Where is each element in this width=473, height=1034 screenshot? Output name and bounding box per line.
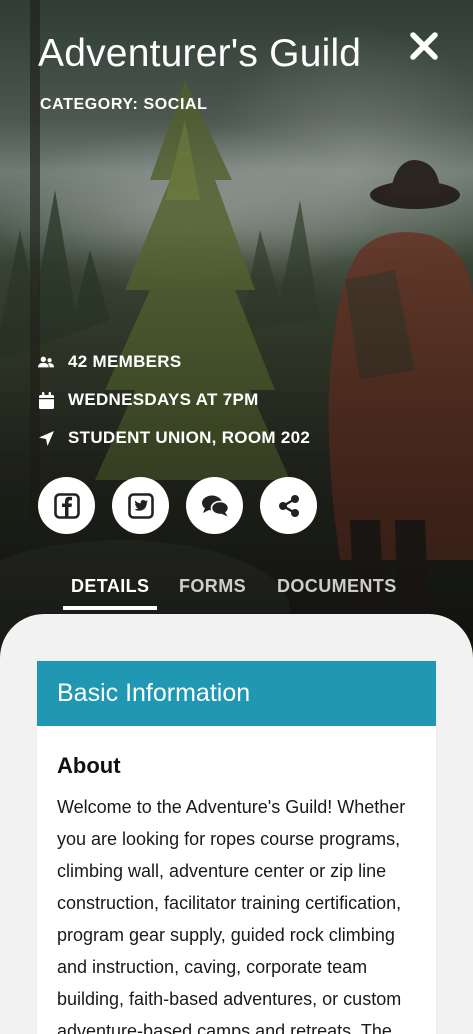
twitter-icon — [127, 492, 154, 519]
active-tab-indicator — [63, 606, 157, 610]
calendar-icon — [38, 391, 54, 409]
members-row: 42 MEMBERS — [38, 352, 182, 372]
close-button[interactable] — [404, 26, 444, 66]
tab-documents[interactable]: DOCUMENTS — [277, 576, 397, 597]
category-label: CATEGORY: SOCIAL — [40, 96, 208, 113]
close-icon — [410, 32, 438, 60]
tab-forms[interactable]: FORMS — [179, 576, 246, 597]
schedule-text: WEDNESDAYS AT 7PM — [68, 390, 259, 409]
tab-bar: DETAILS FORMS DOCUMENTS — [0, 576, 473, 610]
about-heading: About — [57, 753, 121, 778]
facebook-icon — [53, 492, 80, 519]
users-icon — [38, 353, 54, 371]
chat-button[interactable] — [186, 477, 243, 534]
tab-details[interactable]: DETAILS — [71, 576, 149, 597]
twitter-button[interactable] — [112, 477, 169, 534]
facebook-button[interactable] — [38, 477, 95, 534]
location-arrow-icon — [38, 429, 54, 447]
location-text: STUDENT UNION, ROOM 202 — [68, 428, 311, 447]
share-button[interactable] — [260, 477, 317, 534]
page-title: Adventurer's Guild — [38, 32, 362, 75]
social-buttons — [38, 477, 317, 534]
basic-information-card: Basic Information About Welcome to the A… — [37, 661, 436, 1034]
about-text: Welcome to the Adventure's Guild! Whethe… — [57, 797, 406, 1034]
card-header: Basic Information — [37, 661, 436, 726]
location-row: STUDENT UNION, ROOM 202 — [38, 428, 310, 448]
schedule-row: WEDNESDAYS AT 7PM — [38, 390, 259, 410]
members-count: 42 MEMBERS — [68, 352, 182, 371]
content-sheet: Basic Information About Welcome to the A… — [0, 614, 473, 1034]
share-icon — [278, 494, 299, 517]
chat-icon — [201, 495, 229, 516]
